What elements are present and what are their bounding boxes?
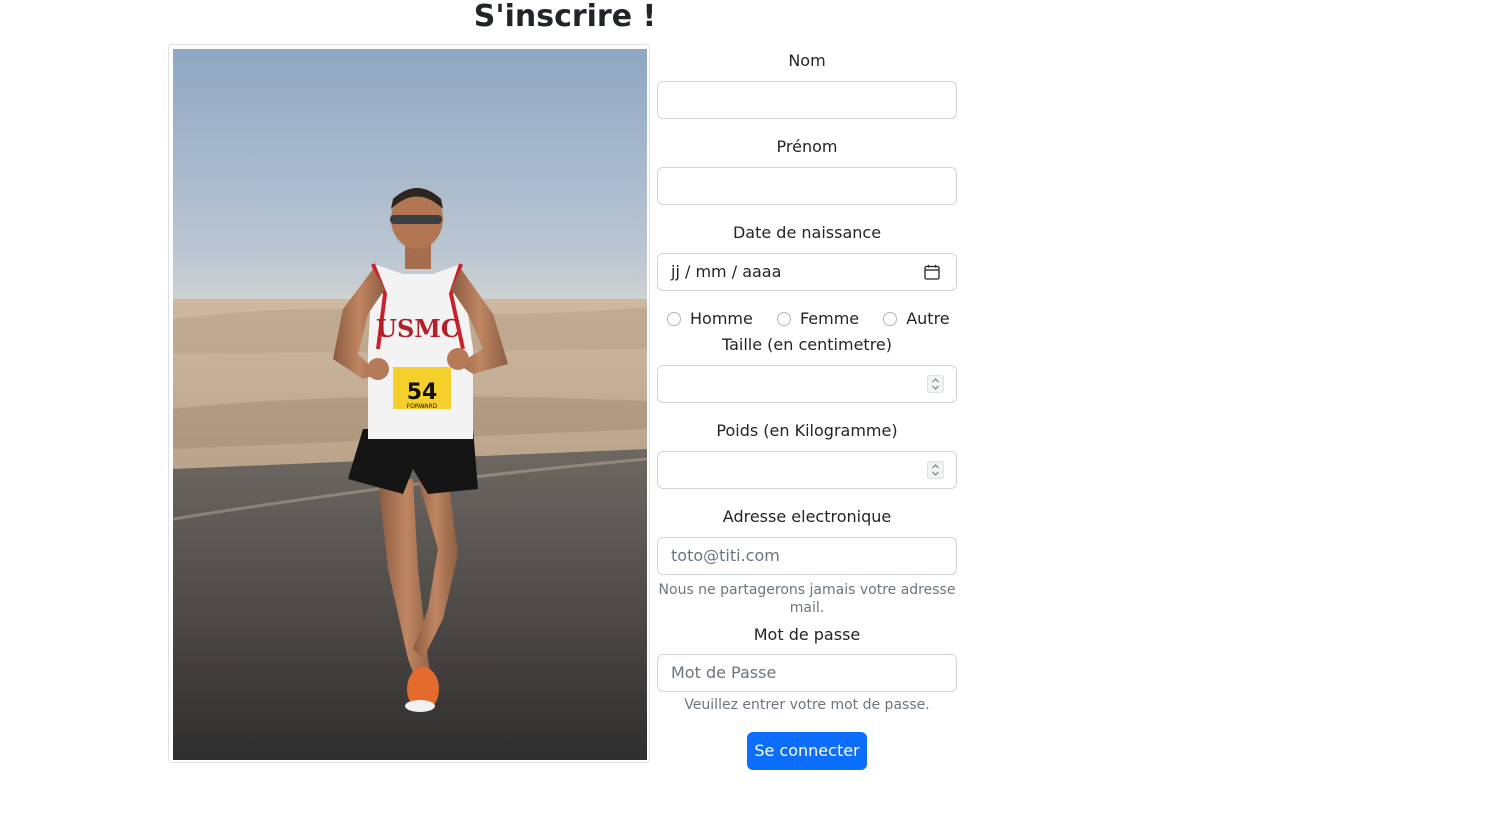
gender-option-femme[interactable]: Femme <box>776 309 860 329</box>
radio-femme[interactable] <box>776 312 791 326</box>
taille-input[interactable] <box>657 365 957 403</box>
calendar-icon[interactable] <box>924 264 940 280</box>
runner-photo-frame: USMC 54 FORWARD <box>168 44 650 763</box>
email-placeholder: toto@titi.com <box>671 546 780 565</box>
password-placeholder: Mot de Passe <box>671 663 777 682</box>
radio-autre[interactable] <box>883 312 898 326</box>
email-help-text: Nous ne partagerons jamais votre adresse… <box>658 582 956 616</box>
runner-photo-illustration: USMC 54 FORWARD <box>173 49 647 760</box>
password-help-text: Veuillez entrer votre mot de passe. <box>684 697 930 713</box>
gender-option-homme[interactable]: Homme <box>667 309 753 329</box>
bib-sponsor: FORWARD <box>407 403 438 410</box>
bib-text: USMC <box>376 314 460 343</box>
password-label: Mot de passe <box>753 625 861 644</box>
prenom-input[interactable] <box>657 167 957 205</box>
dob-label: Date de naissance <box>732 223 882 242</box>
nom-label: Nom <box>788 51 826 70</box>
gender-label-homme: Homme <box>690 309 753 328</box>
email-input[interactable]: toto@titi.com <box>657 537 957 575</box>
poids-label: Poids (en Kilogramme) <box>716 421 898 440</box>
nom-input[interactable] <box>657 81 957 119</box>
gender-option-autre[interactable]: Autre <box>883 309 950 329</box>
submit-button[interactable]: Se connecter <box>747 732 867 770</box>
gender-label-autre: Autre <box>906 309 950 328</box>
taille-label: Taille (en centimetre) <box>721 335 893 354</box>
gender-radio-group: Homme Femme Autre <box>667 309 969 329</box>
password-input[interactable]: Mot de Passe <box>657 654 957 692</box>
radio-homme[interactable] <box>667 312 681 326</box>
prenom-label: Prénom <box>776 137 838 156</box>
poids-input[interactable] <box>657 451 957 489</box>
runner-photo: USMC 54 FORWARD <box>173 49 647 760</box>
page-title: S'inscrire ! <box>473 0 657 34</box>
gender-label-femme: Femme <box>799 309 860 328</box>
taille-spinner-icon[interactable] <box>927 375 944 393</box>
poids-spinner-icon[interactable] <box>927 461 944 479</box>
email-label: Adresse electronique <box>722 507 892 526</box>
bib-number: 54 <box>407 380 438 405</box>
dob-placeholder: jj / mm / aaaa <box>671 262 782 281</box>
dob-input[interactable]: jj / mm / aaaa <box>657 253 957 291</box>
